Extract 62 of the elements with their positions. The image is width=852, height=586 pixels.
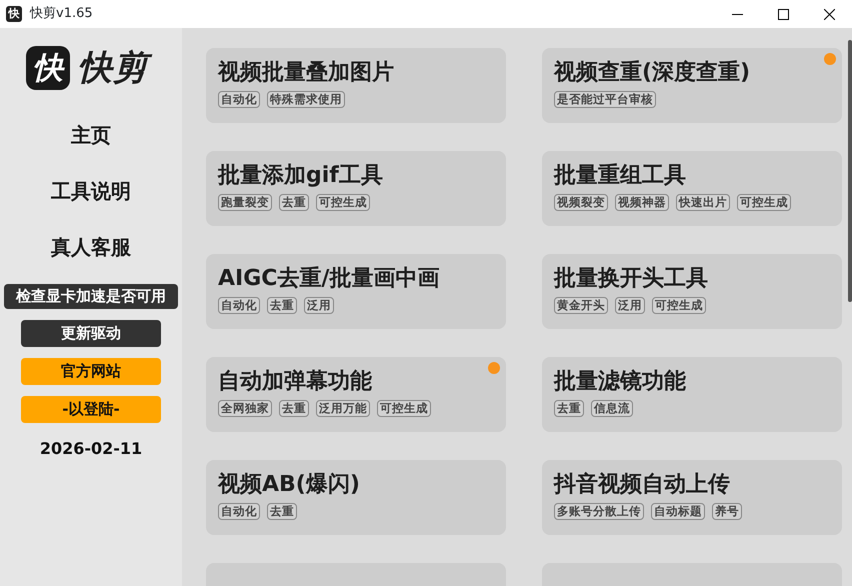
tag-label: 可控生成 bbox=[737, 194, 791, 211]
tag-label: 去重 bbox=[554, 400, 584, 417]
sidebar-button[interactable]: 官方网站 bbox=[21, 358, 161, 386]
nav-link[interactable]: 主页 bbox=[71, 118, 111, 152]
tool-card[interactable]: 视频查重(深度查重) 是否能过平台审核 bbox=[542, 48, 842, 123]
tool-card[interactable]: 抖音视频自动上传 多账号分散上传 自动标题 养号 bbox=[542, 460, 842, 535]
window-title: 快剪v1.65 bbox=[30, 5, 93, 24]
tag-label: 快速出片 bbox=[676, 194, 730, 211]
tag-label: 泛用 bbox=[615, 297, 645, 314]
close-icon bbox=[824, 8, 834, 20]
tool-card[interactable]: 批量换开头工具 黄金开头 泛用 可控生成 bbox=[542, 254, 842, 329]
tag-label: 自动化 bbox=[218, 503, 260, 520]
tag-label: 信息流 bbox=[591, 400, 633, 417]
tag-label: 去重 bbox=[267, 503, 297, 520]
tool-card[interactable]: 批量重组工具 视频裂变 视频神器 快速出片 可控生成 bbox=[542, 151, 842, 226]
tool-title: 自动加弹幕功能 bbox=[218, 368, 373, 396]
tool-title: AIGC去重/批量画中画 bbox=[218, 265, 440, 293]
tag-label: 多账号分散上传 bbox=[554, 503, 644, 520]
maximize-icon bbox=[778, 8, 788, 20]
sidebar-button[interactable]: 更新驱动 bbox=[21, 320, 161, 348]
tag-label: 可控生成 bbox=[652, 297, 706, 314]
tool-card[interactable]: 自动加弹幕功能 全网独家 去重 泛用万能 可控生成 bbox=[206, 357, 506, 432]
tag-label: 泛用万能 bbox=[316, 400, 370, 417]
tool-title: 批量重组工具 bbox=[554, 162, 687, 190]
tool-title: 批量添加gif工具 bbox=[218, 162, 384, 190]
sidebar-button[interactable]: 检查显卡加速是否可用 bbox=[4, 284, 178, 310]
tag-label: 跑量裂变 bbox=[218, 194, 272, 211]
tag-label: 泛用 bbox=[304, 297, 334, 314]
tag-label: 可控生成 bbox=[377, 400, 431, 417]
tag-label: 去重 bbox=[267, 297, 297, 314]
tag-label: 养号 bbox=[712, 503, 742, 520]
scrollbar-thumb[interactable] bbox=[848, 40, 852, 302]
tag-label: 特殊需求使用 bbox=[267, 91, 345, 108]
tool-card[interactable]: AIGC去重/批量画中画 自动化 去重 泛用 bbox=[206, 254, 506, 329]
tool-title: 批量换开头工具 bbox=[554, 265, 709, 293]
date-label: 2026-02-11 bbox=[40, 438, 142, 460]
tag-label: 全网独家 bbox=[218, 400, 272, 417]
tool-card[interactable]: 批量滤镜功能 去重 信息流 bbox=[542, 357, 842, 432]
tool-title: 批量滤镜功能 bbox=[554, 368, 687, 396]
app-icon: 快 bbox=[6, 6, 22, 22]
nav-link[interactable]: 真人客服 bbox=[51, 230, 131, 264]
tag-label: 自动化 bbox=[218, 297, 260, 314]
tag-label: 是否能过平台审核 bbox=[554, 91, 656, 108]
tool-card[interactable]: 批量添加gif工具 跑量裂变 去重 可控生成 bbox=[206, 151, 506, 226]
logo-mark: 快 bbox=[26, 46, 70, 90]
tag-label: 视频裂变 bbox=[554, 194, 608, 211]
nav-link[interactable]: 工具说明 bbox=[51, 174, 131, 208]
tool-title: 视频查重(深度查重) bbox=[554, 58, 752, 87]
tool-title: 视频AB(爆闪) bbox=[218, 471, 361, 499]
tag-label: 去重 bbox=[279, 194, 309, 211]
logo-text: 快剪 bbox=[76, 42, 156, 94]
tag-label: 去重 bbox=[279, 400, 309, 417]
sidebar-button[interactable]: -以登陆- bbox=[21, 396, 161, 424]
tag-label: 自动化 bbox=[218, 91, 260, 108]
tool-title: 视频批量叠加图片 bbox=[218, 59, 395, 87]
tool-card[interactable]: 视频AB(爆闪) 自动化 去重 bbox=[206, 460, 506, 535]
tool-card[interactable]: 视频批量叠加图片 自动化 特殊需求使用 bbox=[206, 48, 506, 123]
tag-label: 黄金开头 bbox=[554, 297, 608, 314]
tag-label: 可控生成 bbox=[316, 194, 370, 211]
tag-label: 视频神器 bbox=[615, 194, 669, 211]
tool-title: 抖音视频自动上传 bbox=[554, 470, 731, 499]
tag-label: 自动标题 bbox=[651, 503, 705, 520]
